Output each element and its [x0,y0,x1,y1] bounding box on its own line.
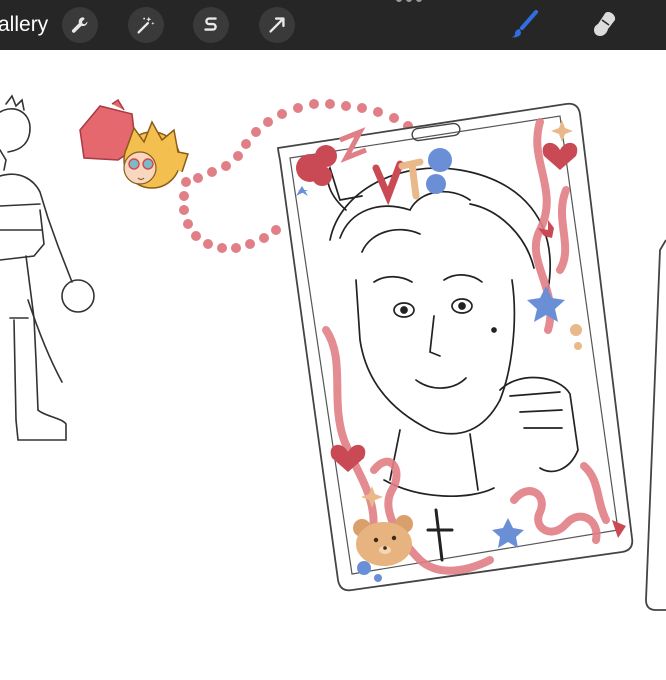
actions-button[interactable] [62,7,98,43]
selection-button[interactable] [193,7,229,43]
paintbrush-icon [511,10,538,38]
gallery-button[interactable]: allery [0,12,48,38]
wrench-icon [71,17,88,33]
transform-button[interactable] [259,7,295,43]
magic-wand-icon [137,16,155,34]
drawing-canvas[interactable] [0,50,666,680]
transform-arrow-icon [269,17,285,33]
artwork-layer [0,94,666,611]
adjacent-photocard [645,239,666,611]
brush-tool-button[interactable] [504,6,544,44]
selection-s-icon [204,17,217,31]
drag-handle[interactable] [396,0,426,4]
top-toolbar: allery [0,0,666,50]
smudge-hand-icon [594,12,616,36]
character-sketch [0,94,95,441]
chibi-charm [79,98,189,189]
smudge-tool-button[interactable] [584,6,624,44]
adjustments-button[interactable] [128,7,164,43]
